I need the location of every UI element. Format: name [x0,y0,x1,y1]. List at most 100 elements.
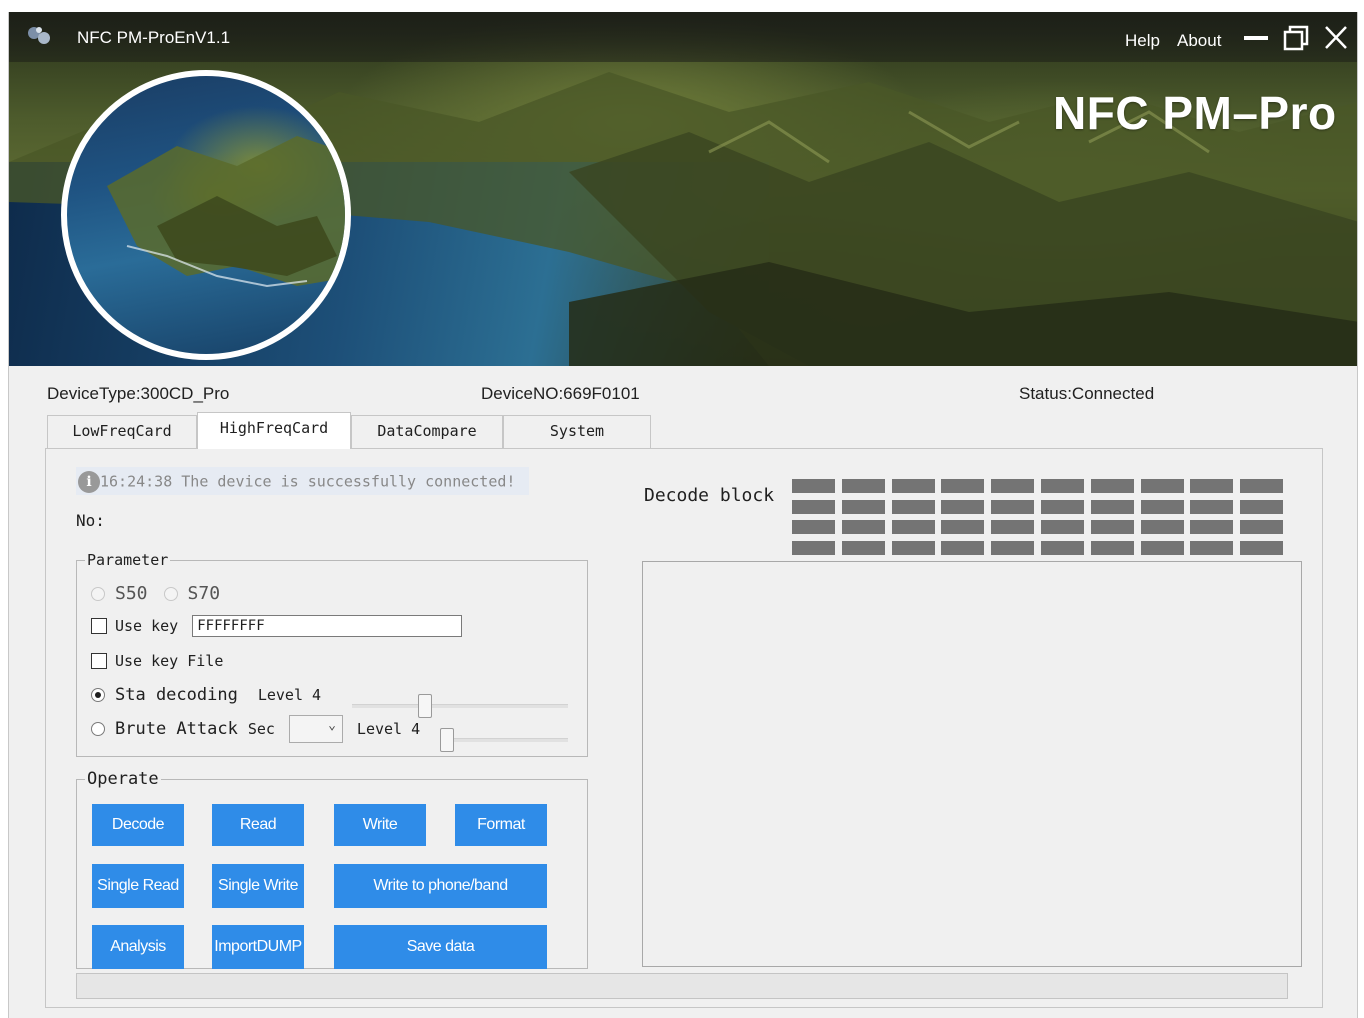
connection-status-label: Status:Connected [1019,384,1155,403]
tab-high-freq-card[interactable]: HighFreqCard [197,412,351,449]
decode-block-cell [792,499,835,514]
brand-title: NFC PM–Pro [1053,87,1337,139]
decode-block-cell [841,520,885,534]
decode-block-cell [792,540,835,555]
operate-legend: Operate [87,769,159,789]
decode-block-cell [1190,499,1234,514]
close-icon[interactable] [1321,24,1351,52]
decode-block-cell [1240,520,1284,534]
decode-block-cell [1090,540,1134,555]
brute-attack-row: Brute Attack Sec Level 4 [91,715,420,743]
brute-attack-label: Brute Attack [115,719,238,739]
decode-block-cell [1240,540,1284,555]
brute-level-slider[interactable] [440,728,568,752]
status-message: i 16:24:38 The device is successfully con… [76,467,530,495]
decode-button[interactable]: Decode [92,804,184,846]
circle-landscape [107,136,345,288]
minimize-icon[interactable] [1241,24,1271,52]
parameter-legend: Parameter [87,551,169,569]
analysis-button[interactable]: Analysis [92,925,184,969]
tab-system[interactable]: System [503,415,651,448]
decode-block-cell [941,479,985,493]
decode-block-cell [841,499,885,514]
header-banner: NFC PM-ProEnV1.1 Help About NFC PM–Pro [9,12,1357,366]
output-log-area[interactable] [642,561,1302,967]
write-to-phone-button[interactable]: Write to phone/band [334,864,547,908]
key-input[interactable] [192,615,463,637]
decode-block-cell [1090,479,1134,493]
sec-dropdown[interactable] [288,715,343,743]
decode-block-cell [991,479,1035,493]
decode-block-cell [1041,479,1084,493]
restore-icon[interactable] [1281,24,1311,52]
app-window: NFC PM-ProEnV1.1 Help About NFC PM–Pro D… [8,12,1358,1018]
decode-block-grid [792,479,1292,557]
s50-label: S50 [115,583,148,604]
decode-block-cell [792,520,835,534]
card-type-row: S50 S70 [91,583,220,604]
decode-block-cell [891,499,935,514]
s70-label: S70 [187,583,221,604]
decode-block-cell [941,520,985,534]
decode-block-cell [1140,499,1184,514]
decode-block-cell [1190,520,1234,534]
decode-block-cell [1240,479,1284,493]
app-logo-icon [28,27,50,44]
decode-block-label: Decode block [644,485,775,506]
use-key-file-checkbox[interactable] [91,653,107,669]
format-button[interactable]: Format [455,804,547,846]
tab-low-freq-card[interactable]: LowFreqCard [47,415,197,448]
decode-block-cell [1240,499,1284,514]
sta-decoding-radio[interactable] [91,688,105,702]
window-title: NFC PM-ProEnV1.1 [77,28,231,47]
help-menu[interactable]: Help [1125,31,1160,51]
import-dump-button[interactable]: ImportDUMP [212,925,304,969]
read-button[interactable]: Read [212,804,304,846]
use-key-file-label: Use key File [115,652,224,670]
decode-block-cell [1140,540,1184,555]
single-write-button[interactable]: Single Write [212,864,304,908]
decode-block-cell [1190,479,1234,493]
sta-decoding-row: Sta decoding Level 4 [91,685,321,705]
use-key-row: Use key [91,615,463,637]
brute-attack-radio[interactable] [91,722,105,736]
decode-block-cell [841,479,885,493]
decode-block-cell [991,499,1035,514]
single-read-button[interactable]: Single Read [92,864,184,908]
banner-circle-image [61,70,351,360]
decode-block-cell [891,520,935,534]
progress-bar [76,973,1288,999]
sta-level-label: Level 4 [257,686,322,704]
decode-block-cell [991,520,1035,534]
card-number-label: No: [76,511,105,530]
s50-radio[interactable] [91,586,105,601]
decode-block-cell [1140,520,1184,534]
sta-level-slider-track [352,704,568,708]
device-type-label: DeviceType:300CD_Pro [47,384,230,403]
decode-block-cell [841,540,885,555]
decode-block-cell [1041,499,1084,514]
save-data-button[interactable]: Save data [334,925,547,969]
decode-block-cell [1140,479,1184,493]
sta-decoding-label: Sta decoding [115,685,238,705]
decode-block-cell [891,479,935,493]
decode-block-cell [941,540,985,555]
brute-level-slider-track [440,738,568,742]
sec-label: Sec [247,720,275,738]
decode-block-cell [1041,520,1084,534]
use-key-file-row: Use key File [91,652,223,670]
s70-radio[interactable] [163,586,178,601]
title-bar: NFC PM-ProEnV1.1 Help About [9,12,1357,62]
decode-block-cell [792,479,835,493]
decode-block-cell [1090,520,1134,534]
brute-level-slider-thumb[interactable] [440,728,454,752]
use-key-label: Use key [115,617,179,635]
decode-block-cell [1190,540,1234,555]
write-button[interactable]: Write [334,804,426,846]
tab-data-compare[interactable]: DataCompare [351,415,503,448]
about-menu[interactable]: About [1177,31,1221,51]
decode-block-cell [991,540,1035,555]
decode-block-cell [1090,499,1134,514]
use-key-checkbox[interactable] [91,618,107,634]
device-number-label: DeviceNO:669F0101 [481,384,640,403]
